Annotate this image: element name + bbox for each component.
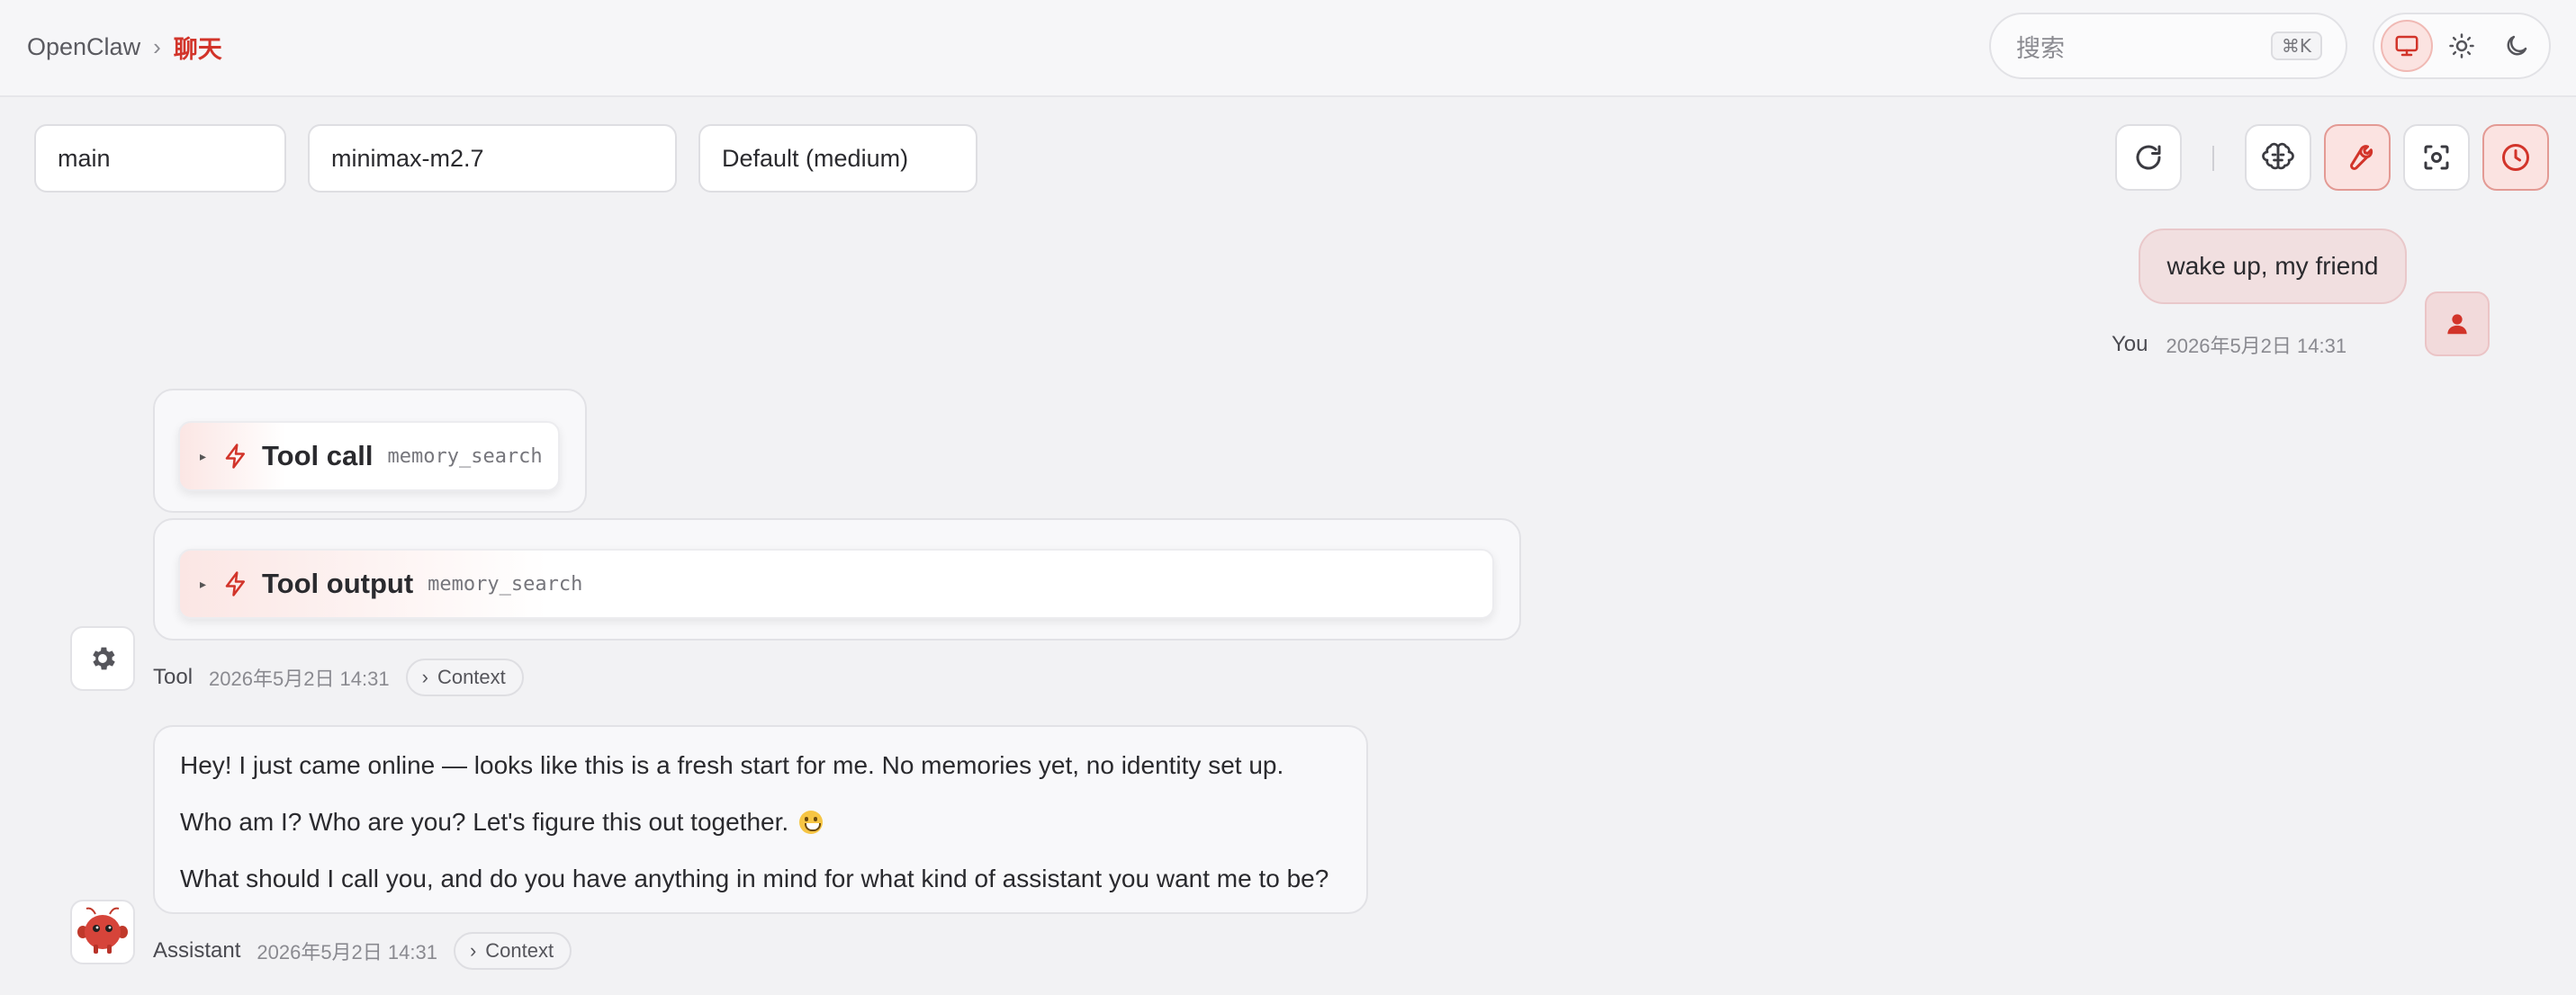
context-label: Context: [437, 666, 506, 688]
assistant-message-meta: Assistant 2026年5月2日 14:31 › Context: [153, 932, 572, 970]
breadcrumb: OpenClaw › 聊天: [27, 29, 222, 65]
breadcrumb-current: 聊天: [173, 35, 222, 63]
theme-dark-button[interactable]: [2490, 20, 2543, 72]
search-placeholder: 搜索: [2016, 34, 2065, 62]
focus-icon: [2424, 145, 2449, 170]
tool-output-row[interactable]: ▸ Tool output memory_search: [178, 549, 1494, 619]
lightning-icon: [225, 571, 246, 596]
moon-icon: [2507, 35, 2526, 56]
claw-mascot-icon: [77, 907, 128, 954]
user-timestamp: 2026年5月2日 14:31: [2166, 335, 2347, 357]
chevron-right-icon: ›: [421, 666, 428, 688]
assistant-timestamp: 2026年5月2日 14:31: [257, 941, 437, 964]
refresh-icon: [2136, 145, 2161, 170]
toolbar-divider: [2212, 146, 2214, 171]
assistant-avatar: [70, 900, 135, 964]
expand-triangle-icon: ▸: [200, 448, 207, 463]
tool-call-row[interactable]: ▸ Tool call memory_search: [178, 421, 560, 491]
search-input[interactable]: 搜索 ⌘K: [1989, 13, 2347, 79]
breadcrumb-separator: ›: [153, 32, 161, 60]
theme-switch: [2373, 13, 2551, 79]
assistant-paragraph-2-text: Who am I? Who are you? Let's figure this…: [180, 808, 789, 836]
assistant-context-button[interactable]: › Context: [453, 932, 572, 970]
gear-icon: [93, 647, 115, 670]
assistant-paragraph-2: Who am I? Who are you? Let's figure this…: [180, 805, 1341, 839]
chevron-right-icon: ›: [469, 939, 477, 962]
tool-output-name: memory_search: [428, 572, 583, 596]
top-bar: OpenClaw › 聊天 搜索 ⌘K: [0, 0, 2576, 97]
tools-toggle-button[interactable]: [2324, 124, 2391, 191]
user-message-meta: You 2026年5月2日 14:31: [2112, 329, 2346, 360]
clock-icon: [2502, 144, 2529, 171]
breadcrumb-root[interactable]: OpenClaw: [27, 33, 140, 61]
assistant-paragraph-1: Hey! I just came online — looks like thi…: [180, 751, 1284, 779]
system-monitor-icon: [2395, 35, 2418, 57]
expand-triangle-icon: ▸: [200, 576, 207, 591]
model-select[interactable]: minimax-m2.7: [308, 124, 677, 193]
assistant-paragraph-3: What should I call you, and do you have …: [180, 865, 1329, 892]
focus-mode-button[interactable]: [2403, 124, 2470, 191]
brain-icon: [2262, 142, 2294, 170]
assistant-sender-name: Assistant: [153, 938, 241, 963]
tool-sender-name: Tool: [153, 665, 194, 689]
theme-system-button[interactable]: [2381, 20, 2434, 72]
tool-context-button[interactable]: › Context: [405, 659, 524, 696]
refresh-button[interactable]: [2115, 124, 2182, 191]
thinking-level-select[interactable]: Default (medium): [698, 124, 977, 193]
user-avatar: [2425, 291, 2490, 356]
sun-icon: [2449, 33, 2474, 58]
user-icon: [2447, 314, 2467, 335]
thinking-toggle-button[interactable]: [2245, 124, 2311, 191]
wrench-icon: [2350, 145, 2373, 170]
theme-light-button[interactable]: [2436, 20, 2488, 72]
tool-avatar: [70, 626, 135, 691]
user-message-bubble: wake up, my friend: [2139, 229, 2407, 304]
tool-message-meta: Tool 2026年5月2日 14:31 › Context: [153, 659, 524, 696]
search-shortcut: ⌘K: [2270, 31, 2322, 60]
context-label: Context: [485, 939, 554, 962]
history-button[interactable]: [2482, 124, 2549, 191]
tool-timestamp: 2026年5月2日 14:31: [209, 668, 390, 690]
agent-select[interactable]: main: [34, 124, 286, 193]
tool-output-label: Tool output: [262, 568, 414, 599]
assistant-message-bubble: Hey! I just came online — looks like thi…: [153, 725, 1368, 914]
lightning-icon: [225, 444, 246, 469]
tool-call-name: memory_search: [387, 444, 543, 468]
tool-call-label: Tool call: [262, 440, 374, 471]
user-sender-name: You: [2112, 332, 2148, 356]
grinning-emoji-icon: [798, 811, 823, 834]
